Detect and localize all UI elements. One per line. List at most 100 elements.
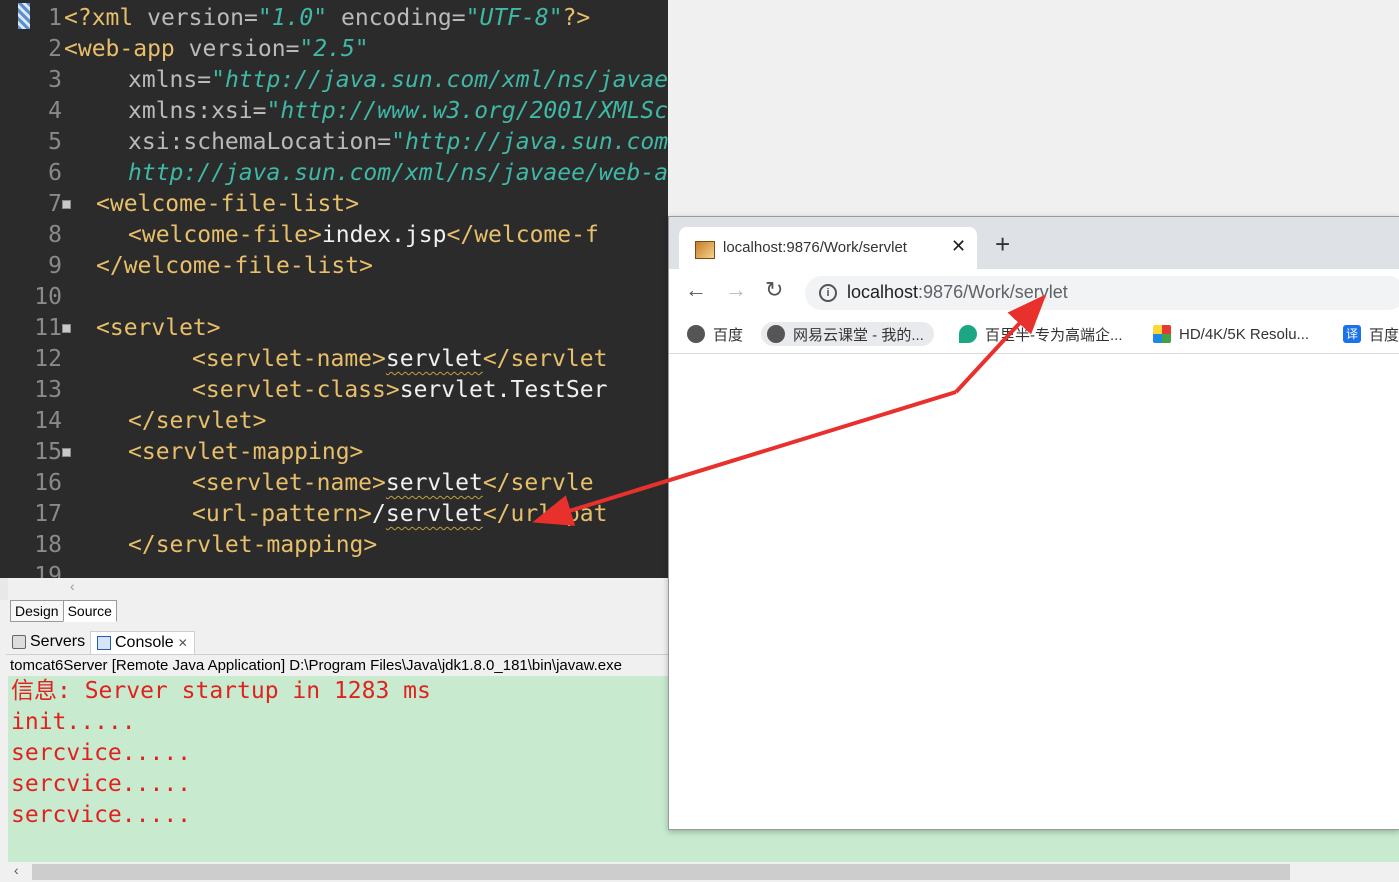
tag-open: <welcome-file> [128,222,322,248]
tag: <welcome-file-list> [96,191,360,217]
tab-title: localhost:9876/Work/servlet [723,239,907,256]
code-line-5: xsi:schemaLocation="http://java.sun.com/… [128,127,668,158]
element-text: index.jsp [321,222,447,248]
scrollbar-thumb[interactable] [32,864,1290,880]
servers-icon [12,635,26,649]
address-bar[interactable]: i localhost:9876/Work/servlet [805,276,1399,310]
tab-servers-label: Servers [30,633,86,650]
new-tab-button[interactable]: + [995,231,1010,257]
line-number: 8 [48,222,62,248]
xml-decl-close: ?> [562,5,591,31]
xml-source-editor[interactable]: 1 2 3 4 5 6 7 8 9 10 11 12 13 14 15 16 1… [0,0,668,578]
code-line-9: </welcome-file-list> [96,251,373,282]
tag-close: </servle [482,470,594,496]
console-line: 信息: Server startup in 1283 ms [11,678,431,704]
code-line-3: xmlns="http://java.sun.com/xml/ns/javaee… [128,65,668,96]
line-number: 14 [34,408,62,434]
code-line-1: <?xml version="1.0" encoding="UTF-8"?> [64,3,590,34]
bookmark-item[interactable]: 译 百度 [1343,322,1399,346]
equals: = [244,5,258,31]
bookmark-item[interactable]: 百度 [687,322,743,346]
translate-icon: 译 [1343,325,1361,343]
tab-source[interactable]: Source [62,600,117,622]
equals: = [252,98,267,124]
bookmarks-bar: 百度 网易云课堂 - 我的... 百里半-专为高端企... HD/4K/5K R… [669,315,1399,354]
close-tab-icon[interactable]: ✕ [951,236,966,257]
grid-icon [1153,325,1171,343]
equals: = [451,5,466,31]
forward-button[interactable]: → [725,277,747,303]
attr-name: version [147,5,245,31]
code-line-12: <servlet-name>servlet</servlet [192,344,607,375]
close-icon[interactable]: ✕ [178,632,188,654]
scroll-left-icon[interactable]: ‹ [14,862,19,878]
globe-icon [767,325,785,343]
bookmark-item[interactable]: 百里半-专为高端企... [959,322,1123,346]
bookmark-label: 百度 [1369,326,1399,344]
tag-close: </servlet [482,346,608,372]
page-content[interactable] [669,354,1399,829]
tab-design[interactable]: Design [10,600,64,622]
tag-open: <servlet-class> [192,377,400,403]
attr-name: xmlns [128,67,198,93]
tag-open: <servlet-name> [192,346,386,372]
attr-value: "2.5" [299,36,369,62]
code-line-7: <welcome-file-list> [96,189,359,220]
tab-servers[interactable]: Servers [12,631,85,653]
tag: </servlet> [128,408,267,434]
line-number: 4 [48,98,62,124]
console-line: sercvice..... [11,802,192,828]
tag-close: </url-pat [482,501,608,527]
code-area[interactable]: <?xml version="1.0" encoding="UTF-8"?> <… [64,0,668,578]
element-text: servlet [385,346,483,372]
element-text: / [372,501,386,527]
code-line-16: <servlet-name>servlet</servle [192,468,594,499]
console-horizontal-scrollbar[interactable]: ‹ [8,862,1399,882]
console-line: sercvice..... [11,740,192,766]
element-text: servlet.TestSer [399,377,608,403]
line-number: 15 [34,439,62,465]
line-number: 11 [34,315,62,341]
code-line-4: xmlns:xsi="http://www.w3.org/2001/XMLSch… [128,96,668,127]
browser-tab-strip: localhost:9876/Work/servlet ✕ + [669,217,1399,269]
bookmark-item[interactable]: HD/4K/5K Resolu... [1153,322,1309,346]
equals: = [285,36,300,62]
attr-value: "UTF-8" [465,5,563,31]
console-icon [97,636,111,650]
site-info-icon[interactable]: i [819,284,837,302]
code-line-14: </servlet> [128,406,266,437]
url-text[interactable]: localhost:9876/Work/servlet [847,282,1068,303]
url-host: localhost [847,282,919,302]
attr-name: xsi:schemaLocation [128,129,378,155]
scroll-left-icon[interactable]: ‹ [70,578,75,594]
line-number: 6 [48,160,62,186]
attr-value: "http://java.sun.com/xml/ns/javaee" [211,67,668,93]
browser-toolbar: ← → ↻ i localhost:9876/Work/servlet [669,269,1399,315]
equals: = [377,129,392,155]
reload-button[interactable]: ↻ [765,277,783,303]
tab-console[interactable]: Console ✕ [90,631,195,654]
globe-icon [687,325,705,343]
attr-name: xmlns:xsi [128,98,253,124]
code-line-11: <servlet> [96,313,221,344]
back-button[interactable]: ← [685,277,707,303]
bookmark-item[interactable]: 网易云课堂 - 我的... [761,322,934,346]
line-number: 3 [48,67,62,93]
url-path: :9876/Work/servlet [918,282,1068,302]
bailiban-icon [959,325,977,343]
browser-tab[interactable]: localhost:9876/Work/servlet ✕ [679,227,977,269]
console-process-label: tomcat6Server [Remote Java Application] … [10,657,622,674]
editor-horizontal-scrollbar[interactable]: ‹ [64,578,668,598]
code-line-8: <welcome-file>index.jsp</welcome-f [128,220,599,251]
code-line-13: <servlet-class>servlet.TestSer [192,375,607,406]
equals: = [197,67,212,93]
tab-console-label: Console [115,634,174,651]
element-text: servlet [385,470,483,496]
attr-value: "http://java.sun.com/xml/ns/javaee [391,129,668,155]
line-number-gutter: 1 2 3 4 5 6 7 8 9 10 11 12 13 14 15 16 1… [8,0,71,578]
xml-decl-open: <?xml [64,5,148,31]
bookmark-label: 百度 [713,326,744,344]
tag-open: <web-app [64,36,189,62]
line-number: 16 [34,470,62,496]
line-number: 19 [34,563,62,578]
